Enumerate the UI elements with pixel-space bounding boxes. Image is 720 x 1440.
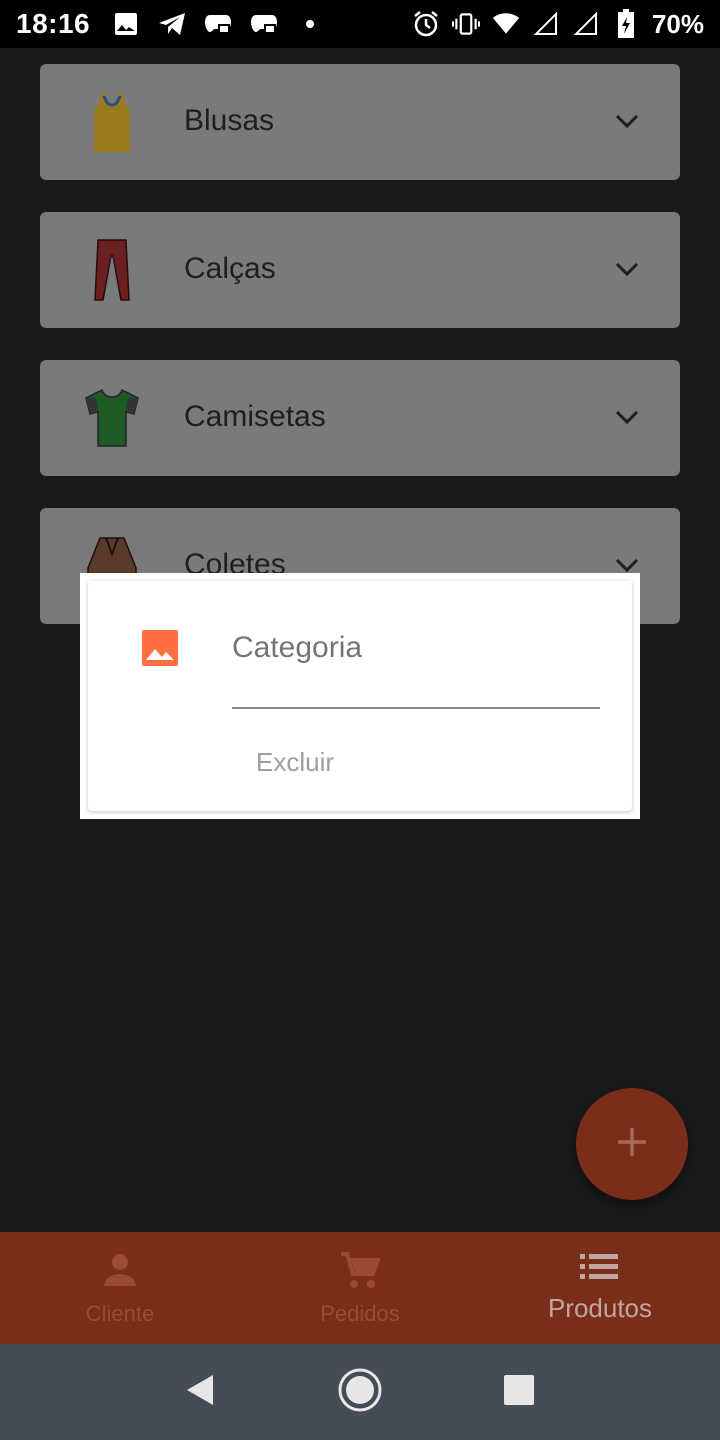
add-category-button[interactable] — [576, 1088, 688, 1200]
bottom-navigation: Cliente Pedidos Produtos — [0, 1232, 720, 1344]
battery-charging-icon — [612, 9, 640, 38]
category-card-calcas[interactable]: Calças — [40, 212, 680, 328]
category-label: Blusas — [184, 104, 275, 137]
category-label: Calças — [184, 252, 276, 285]
nav-item-cliente[interactable]: Cliente — [0, 1232, 240, 1344]
chevron-down-icon[interactable] — [614, 404, 640, 430]
pants-icon — [80, 238, 144, 302]
dot-icon — [296, 10, 324, 38]
delete-button[interactable]: Excluir — [256, 747, 334, 778]
tank-top-icon — [80, 90, 144, 154]
category-list: Blusas Calças Camisetas Coletes — [40, 64, 680, 656]
image-icon[interactable] — [142, 630, 178, 666]
list-icon — [580, 1252, 620, 1287]
nav-label: Cliente — [85, 1300, 155, 1326]
category-dialog: Categoria Excluir — [80, 573, 640, 819]
game-controller-icon — [250, 10, 278, 38]
nav-item-produtos[interactable]: Produtos — [480, 1232, 720, 1344]
system-navigation-bar — [0, 1344, 720, 1440]
nav-item-pedidos[interactable]: Pedidos — [240, 1232, 480, 1344]
notification-icons — [112, 10, 324, 38]
image-icon — [112, 10, 140, 38]
category-name-field[interactable]: Categoria — [232, 623, 600, 709]
nav-label: Produtos — [547, 1293, 653, 1323]
game-controller-icon — [204, 10, 232, 38]
plus-icon — [615, 1125, 649, 1164]
status-bar: 18:16 70% — [0, 0, 720, 48]
cart-icon — [339, 1250, 381, 1295]
back-icon[interactable] — [185, 1373, 217, 1412]
battery-percentage: 70% — [651, 8, 704, 39]
alarm-icon — [412, 10, 440, 38]
home-icon[interactable] — [337, 1367, 383, 1418]
chevron-down-icon[interactable] — [614, 256, 640, 282]
person-icon — [100, 1250, 140, 1295]
dialog-card: Categoria Excluir — [88, 581, 632, 811]
chevron-down-icon[interactable] — [614, 108, 640, 134]
status-time: 18:16 — [16, 8, 91, 39]
wifi-icon — [492, 10, 520, 38]
category-card-camisetas[interactable]: Camisetas — [40, 360, 680, 476]
category-label: Camisetas — [184, 400, 326, 433]
recents-icon[interactable] — [503, 1374, 535, 1411]
vibrate-icon — [451, 10, 480, 38]
signal-icon — [532, 10, 560, 38]
category-card-blusas[interactable]: Blusas — [40, 64, 680, 180]
telegram-icon — [158, 10, 186, 38]
category-name-value: Categoria — [232, 631, 363, 664]
tshirt-icon — [80, 386, 144, 450]
signal-icon — [572, 10, 600, 38]
nav-label: Pedidos — [320, 1300, 400, 1326]
